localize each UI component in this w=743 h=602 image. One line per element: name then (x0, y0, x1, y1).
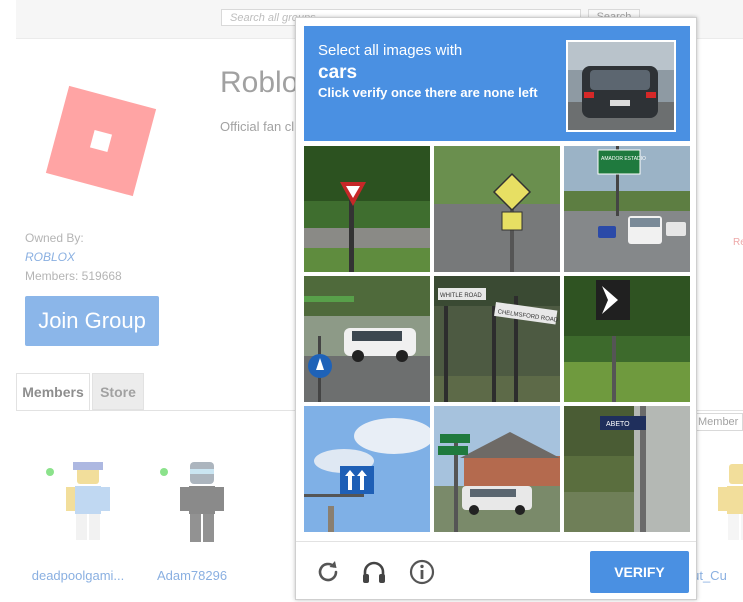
captcha-tile[interactable]: CHELMSFORD ROAD WHITLE ROAD (434, 276, 560, 402)
pedestrian-sign-image (434, 146, 560, 272)
street-sign-cars-image (434, 406, 560, 532)
headphones-icon[interactable] (360, 558, 388, 586)
owner-link[interactable]: ROBLOX (25, 250, 75, 264)
reload-icon[interactable] (314, 558, 342, 586)
avatar (718, 464, 743, 540)
captcha-tile[interactable] (434, 406, 560, 532)
captcha-tile[interactable]: ABETO (564, 406, 690, 532)
directional-sign-text: AMADOR ESTADIO (601, 156, 646, 162)
join-group-button[interactable]: Join Group (25, 296, 159, 346)
captcha-tile[interactable] (564, 276, 690, 402)
captcha-subinstruction: Click verify once there are none left (318, 85, 538, 100)
captcha-image-grid: AMADOR ESTADIO CHELMSFORD ROAD WHITLE RO… (304, 146, 690, 532)
captcha-sample-image (566, 40, 676, 132)
street-sign-image: CHELMSFORD ROAD WHITLE ROAD (434, 276, 560, 402)
avatar (180, 462, 224, 542)
member-card[interactable]: Adam78296 (142, 460, 242, 583)
highway-sign-image: AMADOR ESTADIO (564, 146, 690, 272)
tab-members[interactable]: Members (16, 373, 90, 410)
avatar (66, 462, 110, 540)
right-edge-text: Re (733, 237, 743, 248)
captcha-tile[interactable] (304, 406, 430, 532)
captcha-tile[interactable] (434, 146, 560, 272)
alley-sign-text: ABETO (606, 421, 630, 428)
online-status-icon (160, 468, 168, 476)
group-logo (45, 85, 157, 197)
captcha-target-object: cars (318, 62, 358, 83)
captcha-footer: VERIFY (296, 541, 696, 601)
captcha-instruction: Select all images with (318, 42, 463, 59)
info-icon[interactable] (408, 558, 436, 586)
member-name[interactable]: deadpoolgami... (28, 568, 128, 583)
street-sign-text: WHITLE ROAD (440, 293, 482, 299)
alley-sign-image: ABETO (564, 406, 690, 532)
yield-sign-image (304, 146, 430, 272)
captcha-tile[interactable] (304, 146, 430, 272)
captcha-header: Select all images with cars Click verify… (304, 26, 690, 141)
captcha-dialog: Select all images with cars Click verify… (295, 17, 697, 600)
member-card[interactable]: deadpoolgami... (28, 460, 128, 583)
captcha-tile[interactable]: AMADOR ESTADIO (564, 146, 690, 272)
tab-store[interactable]: Store (92, 373, 144, 410)
parked-car-image (304, 276, 430, 402)
group-description: Official fan cl (220, 119, 295, 134)
members-count: Members: 519668 (25, 269, 122, 283)
online-status-icon (46, 468, 54, 476)
chevron-sign-image (564, 276, 690, 402)
captcha-tile[interactable] (304, 276, 430, 402)
owned-by-label: Owned By: (25, 231, 84, 245)
lane-sign-image (304, 406, 430, 532)
rank-select[interactable]: Member ( (694, 413, 743, 431)
verify-button[interactable]: VERIFY (590, 551, 689, 593)
member-name[interactable]: Adam78296 (142, 568, 242, 583)
